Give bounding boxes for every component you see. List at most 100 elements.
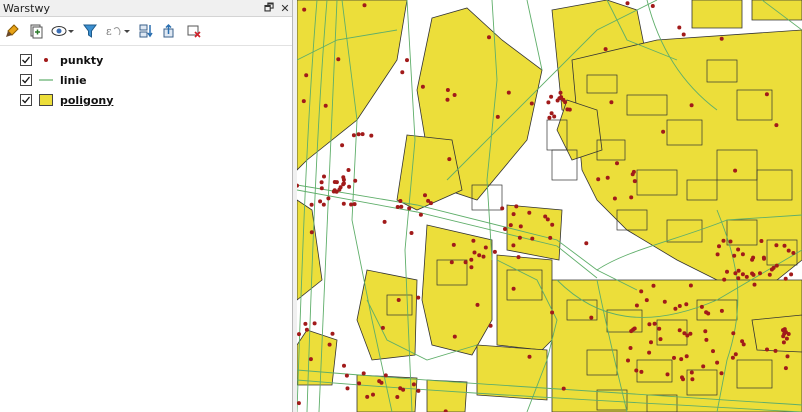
map-point <box>711 349 715 354</box>
layer-item-linie[interactable]: linie <box>0 70 292 90</box>
map-point <box>344 373 349 378</box>
map-point <box>395 395 400 399</box>
map-point <box>767 272 772 277</box>
map-point <box>407 206 412 211</box>
expand-all-icon[interactable] <box>137 22 155 40</box>
map-point <box>782 243 787 248</box>
map-point <box>321 202 326 207</box>
map-point <box>345 386 350 391</box>
map-point <box>791 251 796 255</box>
map-point <box>445 88 450 92</box>
building-polygon <box>496 254 553 351</box>
map-point <box>605 175 610 180</box>
map-point <box>685 333 690 338</box>
map-point <box>732 253 737 258</box>
map-point <box>765 347 769 352</box>
building-polygon <box>751 314 802 353</box>
map-point <box>326 196 331 201</box>
map-point <box>658 337 663 342</box>
map-point <box>516 255 521 260</box>
map-point <box>426 198 431 203</box>
remove-layer-icon[interactable] <box>185 22 203 40</box>
map-point <box>733 168 738 173</box>
collapse-all-icon[interactable] <box>161 22 179 40</box>
map-point <box>781 340 786 345</box>
map-point <box>548 235 553 240</box>
building-polygon <box>571 29 802 301</box>
map-point <box>688 283 693 288</box>
map-point <box>701 364 706 369</box>
map-point <box>423 193 427 198</box>
map-point <box>665 372 670 377</box>
filter-funnel-icon[interactable] <box>81 22 99 40</box>
map-point <box>647 322 652 327</box>
map-point <box>786 248 791 253</box>
layer-item-poligony[interactable]: poligony <box>0 90 292 110</box>
map-point <box>730 355 735 360</box>
map-point <box>719 308 724 313</box>
map-point <box>337 187 342 192</box>
map-point <box>662 299 667 304</box>
map-point <box>689 103 694 108</box>
map-point <box>332 180 337 184</box>
visibility-eye-icon[interactable] <box>51 22 75 40</box>
building-polygon <box>556 99 603 161</box>
map-point <box>463 260 468 265</box>
float-panel-icon[interactable]: 🗗 <box>262 1 276 15</box>
map-point <box>471 238 476 243</box>
map-point <box>469 265 474 270</box>
map-point <box>639 369 644 374</box>
map-point <box>740 272 745 277</box>
map-point <box>304 327 309 332</box>
map-point <box>774 123 779 128</box>
map-point <box>341 201 346 206</box>
map-point <box>783 366 788 371</box>
map-point <box>508 223 513 228</box>
map-point <box>759 239 764 243</box>
map-point <box>301 99 306 104</box>
map-point <box>411 382 416 387</box>
map-point <box>612 196 617 201</box>
map-point <box>347 184 352 189</box>
expression-filter-icon[interactable]: ε <box>105 22 131 40</box>
map-point <box>650 4 655 8</box>
map-point <box>609 100 614 105</box>
map-point <box>740 339 745 344</box>
map-point <box>774 263 779 268</box>
building-polygon <box>426 379 468 412</box>
map-point <box>681 32 686 37</box>
style-brush-icon[interactable] <box>3 22 21 40</box>
map-point <box>758 271 762 276</box>
add-group-icon[interactable] <box>27 22 45 40</box>
building-polygon <box>691 0 743 29</box>
map-point <box>549 94 554 99</box>
map-point <box>561 386 566 391</box>
layer-visibility-checkbox[interactable] <box>20 94 32 106</box>
layer-visibility-checkbox[interactable] <box>20 54 32 66</box>
map-point <box>715 252 720 257</box>
layer-visibility-checkbox[interactable] <box>20 74 32 86</box>
map-point <box>684 354 689 359</box>
map-point <box>530 236 535 241</box>
map-point <box>725 269 729 274</box>
panel-title: Warstwy <box>3 1 50 15</box>
layer-item-punkty[interactable]: punkty <box>0 50 292 70</box>
map-point <box>416 388 421 393</box>
map-point <box>719 371 724 376</box>
close-panel-icon[interactable]: ✕ <box>278 1 292 15</box>
map-point <box>649 340 653 345</box>
map-point <box>557 96 562 101</box>
map-point <box>630 172 635 177</box>
map-point <box>764 92 769 97</box>
map-point <box>327 342 332 347</box>
map-canvas[interactable] <box>297 0 802 412</box>
map-point <box>342 363 346 368</box>
map-point <box>628 346 633 350</box>
map-point <box>382 219 387 224</box>
map-point <box>481 254 486 259</box>
map-point <box>558 90 563 95</box>
map-point <box>322 174 326 179</box>
map-point <box>452 334 457 339</box>
map-point <box>786 332 791 336</box>
map-point <box>644 298 649 303</box>
